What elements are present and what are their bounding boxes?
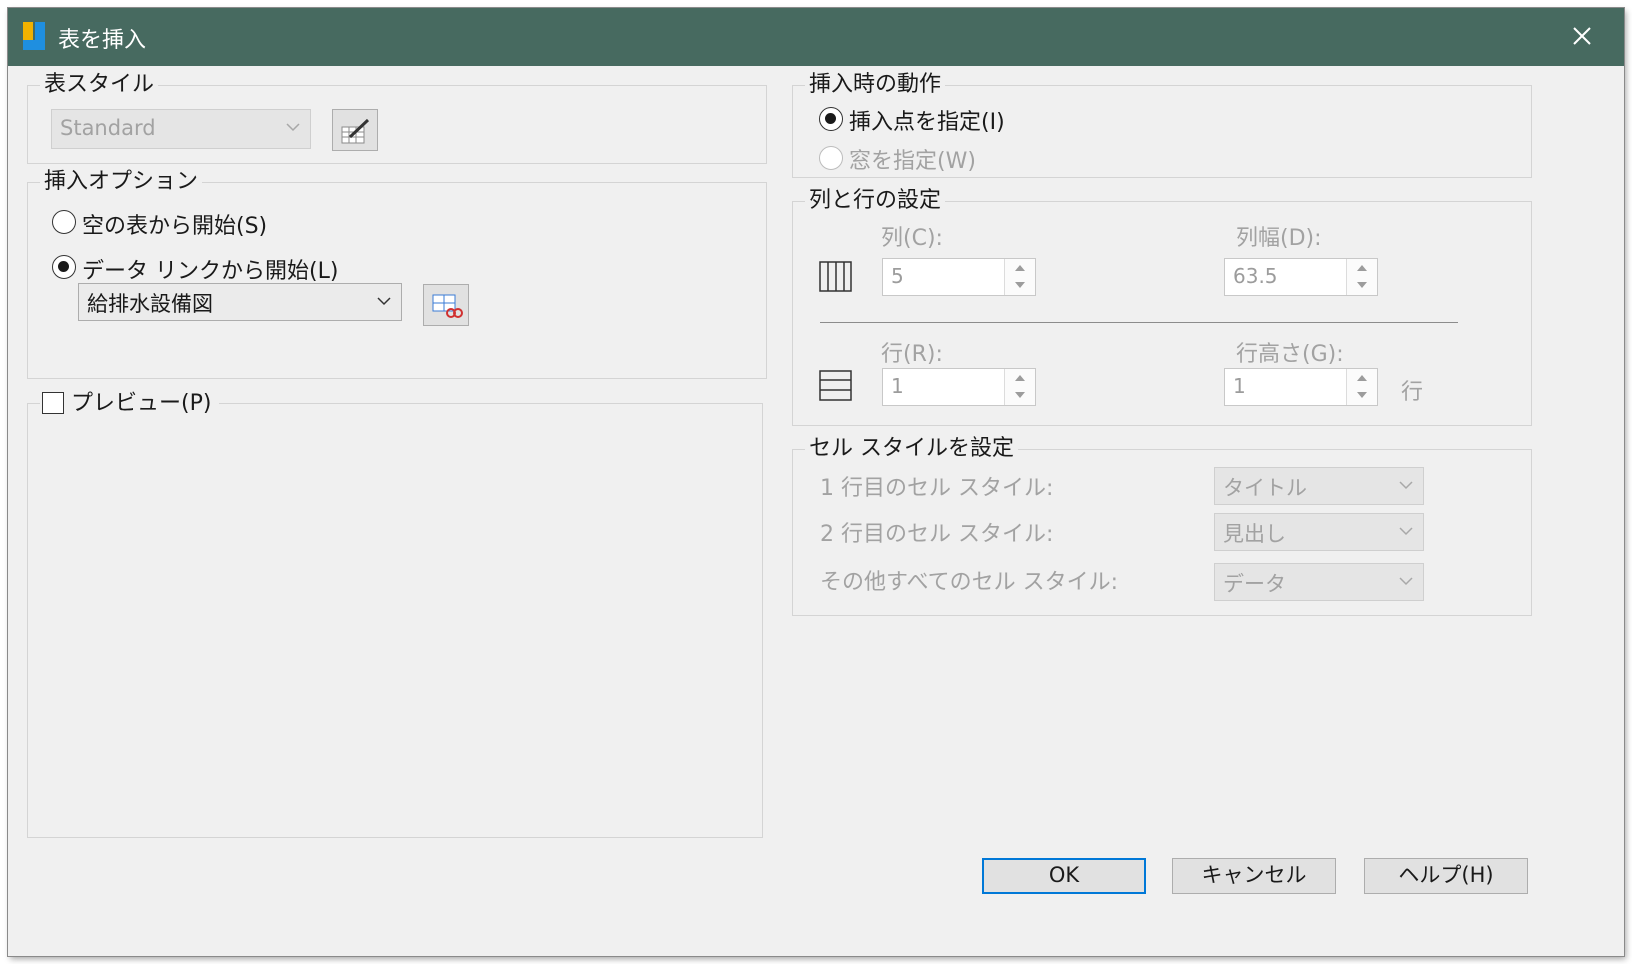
- spin-up-icon[interactable]: [1015, 265, 1025, 271]
- spin-down-icon[interactable]: [1357, 282, 1367, 288]
- app-icon: [23, 22, 45, 50]
- row-height-unit: 行: [1401, 380, 1424, 405]
- row2-cell-style-combo[interactable]: 見出し: [1214, 513, 1424, 551]
- spin-down-icon[interactable]: [1357, 392, 1367, 398]
- rows-icon: [819, 370, 852, 401]
- row2-cell-style-label: 2 行目のセル スタイル:: [820, 522, 1054, 547]
- chevron-down-icon: [286, 123, 300, 132]
- cancel-button[interactable]: キャンセル: [1172, 858, 1336, 894]
- spin-up-icon[interactable]: [1357, 265, 1367, 271]
- rows-spinner-buttons[interactable]: [1004, 369, 1035, 405]
- radio-specify-point-label[interactable]: 挿入点を指定(I): [849, 104, 1005, 136]
- radio-specify-point[interactable]: [819, 107, 843, 131]
- other-cell-style-value: データ: [1223, 572, 1286, 596]
- settings-divider: [820, 322, 1458, 323]
- chevron-down-icon: [377, 297, 391, 306]
- radio-start-empty-label[interactable]: 空の表から開始(S): [82, 208, 267, 240]
- insertion-behavior-legend: 挿入時の動作: [809, 72, 942, 97]
- spin-down-icon[interactable]: [1015, 392, 1025, 398]
- column-width-value[interactable]: 63.5: [1233, 264, 1278, 288]
- other-cell-style-label: その他すべてのセル スタイル:: [820, 570, 1118, 595]
- cell-styles-legend: セル スタイルを設定: [809, 436, 1014, 461]
- radio-start-empty[interactable]: [52, 210, 76, 234]
- row-height-spinner[interactable]: 1: [1224, 368, 1378, 406]
- spin-down-icon[interactable]: [1015, 282, 1025, 288]
- launch-table-style-dialog-button[interactable]: [332, 109, 378, 151]
- help-button[interactable]: ヘルプ(H): [1364, 858, 1528, 894]
- spin-up-icon[interactable]: [1357, 375, 1367, 381]
- datalink-manager-button[interactable]: [423, 284, 469, 326]
- chevron-down-icon: [1399, 577, 1413, 586]
- spin-up-icon[interactable]: [1015, 375, 1025, 381]
- table-style-legend: 表スタイル: [44, 72, 155, 97]
- radio-start-datalink[interactable]: [52, 255, 76, 279]
- preview-checkbox-label[interactable]: プレビュー(P): [71, 391, 211, 416]
- table-style-combo[interactable]: Standard: [51, 109, 311, 149]
- table-style-edit-icon: [341, 118, 370, 144]
- row-height-label: 行高さ(G):: [1236, 342, 1344, 367]
- datalink-combo[interactable]: 給排水設備図: [78, 283, 402, 321]
- columns-spinner-buttons[interactable]: [1004, 259, 1035, 295]
- column-width-spinner-buttons[interactable]: [1346, 259, 1377, 295]
- window-title: 表を挿入: [58, 28, 147, 53]
- row1-cell-style-label: 1 行目のセル スタイル:: [820, 476, 1054, 501]
- radio-specify-window-label[interactable]: 窓を指定(W): [849, 143, 976, 175]
- insert-table-dialog: 表を挿入 表スタイル Standard 挿入オプション 空の表から開始(S) デ…: [8, 8, 1624, 956]
- columns-icon: [819, 261, 852, 292]
- table-style-value: Standard: [60, 116, 156, 140]
- other-cell-style-combo[interactable]: データ: [1214, 563, 1424, 601]
- preview-checkbox[interactable]: [42, 392, 64, 414]
- column-width-spinner[interactable]: 63.5: [1224, 258, 1378, 296]
- column-row-settings-legend: 列と行の設定: [809, 188, 942, 213]
- rows-label: 行(R):: [881, 342, 943, 367]
- preview-group: プレビュー(P): [27, 392, 763, 838]
- rows-spinner[interactable]: 1: [882, 368, 1036, 406]
- datalink-value: 給排水設備図: [87, 292, 213, 316]
- columns-label: 列(C):: [881, 226, 943, 251]
- row1-cell-style-value: タイトル: [1223, 476, 1307, 500]
- row1-cell-style-combo[interactable]: タイトル: [1214, 467, 1424, 505]
- row-height-spinner-buttons[interactable]: [1346, 369, 1377, 405]
- columns-spinner[interactable]: 5: [882, 258, 1036, 296]
- insert-options-legend: 挿入オプション: [44, 169, 199, 194]
- title-bar[interactable]: 表を挿入: [8, 8, 1624, 66]
- chevron-down-icon: [1399, 481, 1413, 490]
- column-width-label: 列幅(D):: [1236, 226, 1322, 251]
- row-height-value[interactable]: 1: [1233, 374, 1246, 398]
- radio-specify-window[interactable]: [819, 146, 843, 170]
- ok-button[interactable]: OK: [982, 858, 1146, 894]
- row2-cell-style-value: 見出し: [1223, 522, 1286, 546]
- radio-start-datalink-label[interactable]: データ リンクから開始(L): [82, 253, 338, 285]
- columns-value[interactable]: 5: [891, 264, 904, 288]
- chevron-down-icon: [1399, 527, 1413, 536]
- close-icon[interactable]: [1560, 16, 1604, 56]
- datalink-icon: [432, 294, 463, 318]
- rows-value[interactable]: 1: [891, 374, 904, 398]
